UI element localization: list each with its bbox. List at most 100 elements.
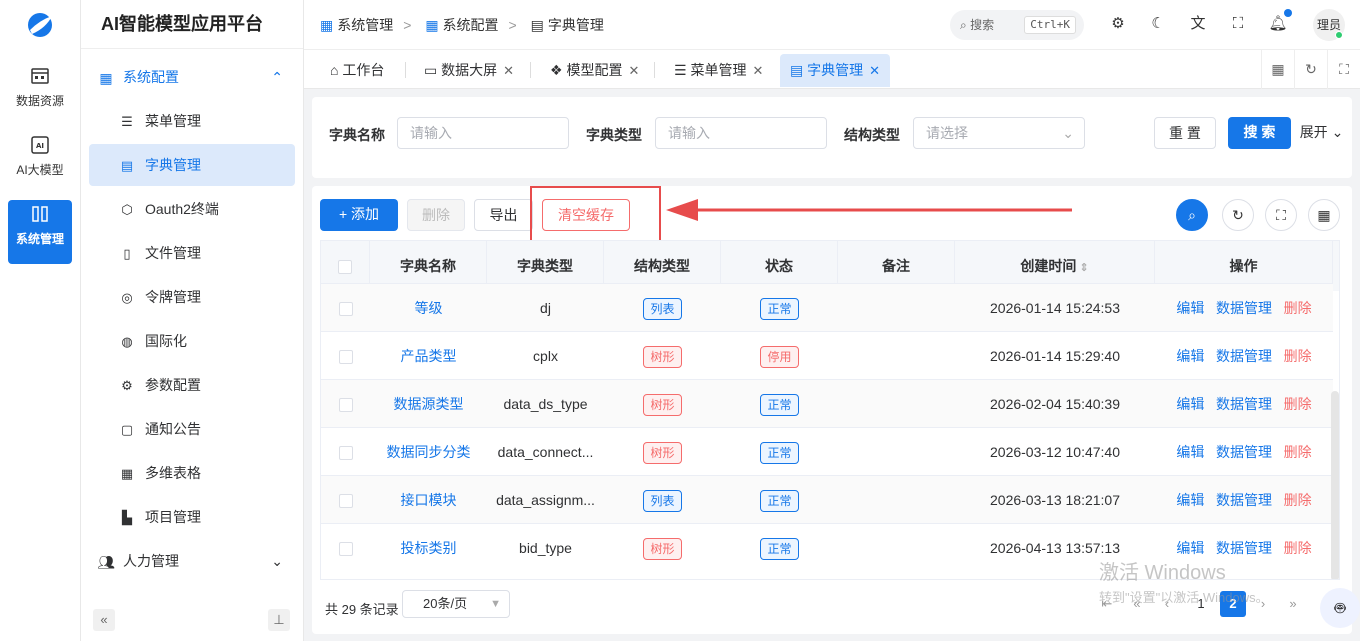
sidebar-item-project[interactable]: ▙ 项目管理 xyxy=(89,496,295,538)
tab-layout-icon[interactable]: ▦ xyxy=(1261,50,1294,89)
delete-link[interactable]: 删除 xyxy=(1284,300,1312,316)
dict-name-link[interactable]: 数据源类型 xyxy=(394,396,464,412)
collapse-sidebar-button[interactable]: « xyxy=(93,609,115,631)
edit-link[interactable]: 编辑 xyxy=(1176,444,1204,460)
edit-link[interactable]: 编辑 xyxy=(1176,540,1204,556)
table-scrollbar[interactable] xyxy=(1331,391,1339,579)
refresh-icon[interactable]: ↻ xyxy=(1294,50,1327,89)
fullscreen-icon[interactable]: ⛶ xyxy=(1227,13,1249,35)
data-management-link[interactable]: 数据管理 xyxy=(1216,300,1272,316)
cell-dict-type: bid_type xyxy=(487,524,604,572)
clear-cache-button[interactable]: 清空缓存 xyxy=(542,199,630,231)
sidebar-item-notice[interactable]: ▢ 通知公告 xyxy=(89,408,295,450)
delete-link[interactable]: 删除 xyxy=(1284,540,1312,556)
export-button[interactable]: 导出 xyxy=(474,199,533,231)
tab-data-screen[interactable]: ▭ 数据大屏 ✕ xyxy=(414,54,524,87)
edit-link[interactable]: 编辑 xyxy=(1176,492,1204,508)
cell-struct-type: 树形 xyxy=(604,332,721,380)
delete-link[interactable]: 删除 xyxy=(1284,348,1312,364)
bell-icon[interactable]: 🔔︎ xyxy=(1267,9,1292,35)
breadcrumb-item[interactable]: 系统管理 xyxy=(337,17,393,33)
close-icon[interactable]: ✕ xyxy=(503,63,514,78)
table-row[interactable]: 数据同步分类 data_connect... 树形 正常 2026-03-12 10:4… xyxy=(321,427,1333,475)
close-icon[interactable]: ✕ xyxy=(628,63,639,78)
rail-item-data-resource[interactable]: 数据资源 xyxy=(8,62,72,126)
tab-dict-management[interactable]: ▤ 字典管理 ✕ xyxy=(780,54,891,87)
row-checkbox[interactable] xyxy=(338,302,353,317)
refresh-icon[interactable]: ↻ xyxy=(1222,199,1254,231)
sort-icon[interactable]: ⇕ xyxy=(1076,262,1088,274)
sidebar-item-dict[interactable]: ▤ 字典管理 xyxy=(89,144,295,186)
data-management-link[interactable]: 数据管理 xyxy=(1216,348,1272,364)
sidebar-group-label: 系统配置 xyxy=(123,69,179,85)
tab-model-config[interactable]: ❖ 模型配置 ✕ xyxy=(540,54,649,87)
search-toggle-icon[interactable]: ⌕ xyxy=(1176,199,1208,231)
expand-button[interactable]: 展开 ⌄ xyxy=(1299,117,1344,149)
table-row[interactable]: 数据源类型 data_ds_type 树形 正常 2026-02-04 15:40:39… xyxy=(321,379,1333,427)
dark-mode-icon[interactable]: ☾ xyxy=(1147,13,1169,35)
sidebar-group-system-config[interactable]: ▦ 系统配置 ⌃ xyxy=(89,56,295,98)
dict-type-input[interactable]: 请输入 xyxy=(655,117,827,149)
tab-label: 模型配置 xyxy=(566,62,623,78)
next-group-icon[interactable]: » xyxy=(1280,591,1306,617)
row-checkbox[interactable] xyxy=(338,350,353,365)
edit-link[interactable]: 编辑 xyxy=(1176,348,1204,364)
translate-icon[interactable]: 文 xyxy=(1187,13,1209,35)
delete-button[interactable]: 删除 xyxy=(407,199,465,231)
search-button[interactable]: 搜 索 xyxy=(1228,117,1291,149)
row-checkbox[interactable] xyxy=(338,542,353,557)
close-icon[interactable]: ✕ xyxy=(869,63,880,78)
tab-menu-management[interactable]: ☰ 菜单管理 ✕ xyxy=(664,54,773,87)
row-checkbox[interactable] xyxy=(338,398,353,413)
table-row[interactable]: 接口模块 data_assignm... 列表 正常 2026-03-13 18:21:… xyxy=(321,475,1333,523)
sidebar-item-params[interactable]: ⚙ 参数配置 xyxy=(89,364,295,406)
chatbot-icon[interactable]: 🤖︎ xyxy=(1320,588,1360,628)
columns-icon[interactable]: ▦ xyxy=(1308,199,1340,231)
settings-icon[interactable]: ⚙ xyxy=(1107,13,1129,35)
sidebar-item-file[interactable]: ▯ 文件管理 xyxy=(89,232,295,274)
edit-link[interactable]: 编辑 xyxy=(1176,300,1204,316)
fullscreen-icon[interactable]: ⛶ xyxy=(1265,199,1297,231)
tab-workbench[interactable]: ⌂ 工作台 xyxy=(320,54,394,87)
delete-link[interactable]: 删除 xyxy=(1284,396,1312,412)
add-button[interactable]: + 添加 xyxy=(320,199,398,231)
data-management-link[interactable]: 数据管理 xyxy=(1216,396,1272,412)
sidebar-item-menu[interactable]: ☰ 菜单管理 xyxy=(89,100,295,142)
reset-button[interactable]: 重 置 xyxy=(1154,117,1216,149)
table-row[interactable]: 等级 dj 列表 正常 2026-01-14 15:24:53 编辑 数据管理 删除 xyxy=(321,283,1333,331)
rail-item-system[interactable]: 系统管理 xyxy=(8,200,72,264)
row-checkbox[interactable] xyxy=(338,446,353,461)
sidebar-item-oauth2[interactable]: ⬡ Oauth2终端 xyxy=(89,188,295,230)
data-management-link[interactable]: 数据管理 xyxy=(1216,540,1272,556)
select-all-checkbox[interactable] xyxy=(338,260,352,275)
delete-link[interactable]: 删除 xyxy=(1284,492,1312,508)
maximize-icon[interactable]: ⛶ xyxy=(1327,50,1360,89)
sidebar-item-i18n[interactable]: ◍ 国际化 xyxy=(89,320,295,362)
edit-link[interactable]: 编辑 xyxy=(1176,396,1204,412)
created-time-text: 2026-01-14 15:24:53 xyxy=(990,300,1120,316)
sidebar-item-token[interactable]: ◎ 令牌管理 xyxy=(89,276,295,318)
rail-item-ai-model[interactable]: AI AI大模型 xyxy=(8,131,72,195)
dict-name-link[interactable]: 产品类型 xyxy=(401,348,457,364)
table-row[interactable]: 产品类型 cplx 树形 停用 2026-01-14 15:29:40 编辑 数据管理 删… xyxy=(321,331,1333,379)
avatar[interactable]: 理员 xyxy=(1313,9,1345,41)
rail-label: 系统管理 xyxy=(15,232,64,246)
row-checkbox[interactable] xyxy=(338,494,353,509)
dict-name-link[interactable]: 数据同步分类 xyxy=(387,444,471,460)
dict-name-link[interactable]: 投标类别 xyxy=(401,540,457,556)
sidebar-group-hr[interactable]: 👥︎ 人力管理 ⌄ xyxy=(89,540,295,582)
sidebar-item-multi-table[interactable]: ▦ 多维表格 xyxy=(89,452,295,494)
page-size-select[interactable]: 20条/页 ▼ xyxy=(402,590,510,618)
data-management-link[interactable]: 数据管理 xyxy=(1216,492,1272,508)
pin-icon[interactable]: ⊥ xyxy=(268,609,290,631)
close-icon[interactable]: ✕ xyxy=(752,63,763,78)
delete-link[interactable]: 删除 xyxy=(1284,444,1312,460)
dict-name-link[interactable]: 等级 xyxy=(415,300,443,316)
dict-name-input[interactable]: 请输入 xyxy=(397,117,569,149)
dict-name-link[interactable]: 接口模块 xyxy=(401,492,457,508)
row-select-cell xyxy=(321,476,370,524)
breadcrumb-item[interactable]: 系统配置 xyxy=(443,17,499,33)
struct-type-select[interactable]: 请选择 ⌄ xyxy=(913,117,1085,149)
data-management-link[interactable]: 数据管理 xyxy=(1216,444,1272,460)
global-search[interactable]: ⌕ 搜索 Ctrl+K xyxy=(950,10,1084,40)
